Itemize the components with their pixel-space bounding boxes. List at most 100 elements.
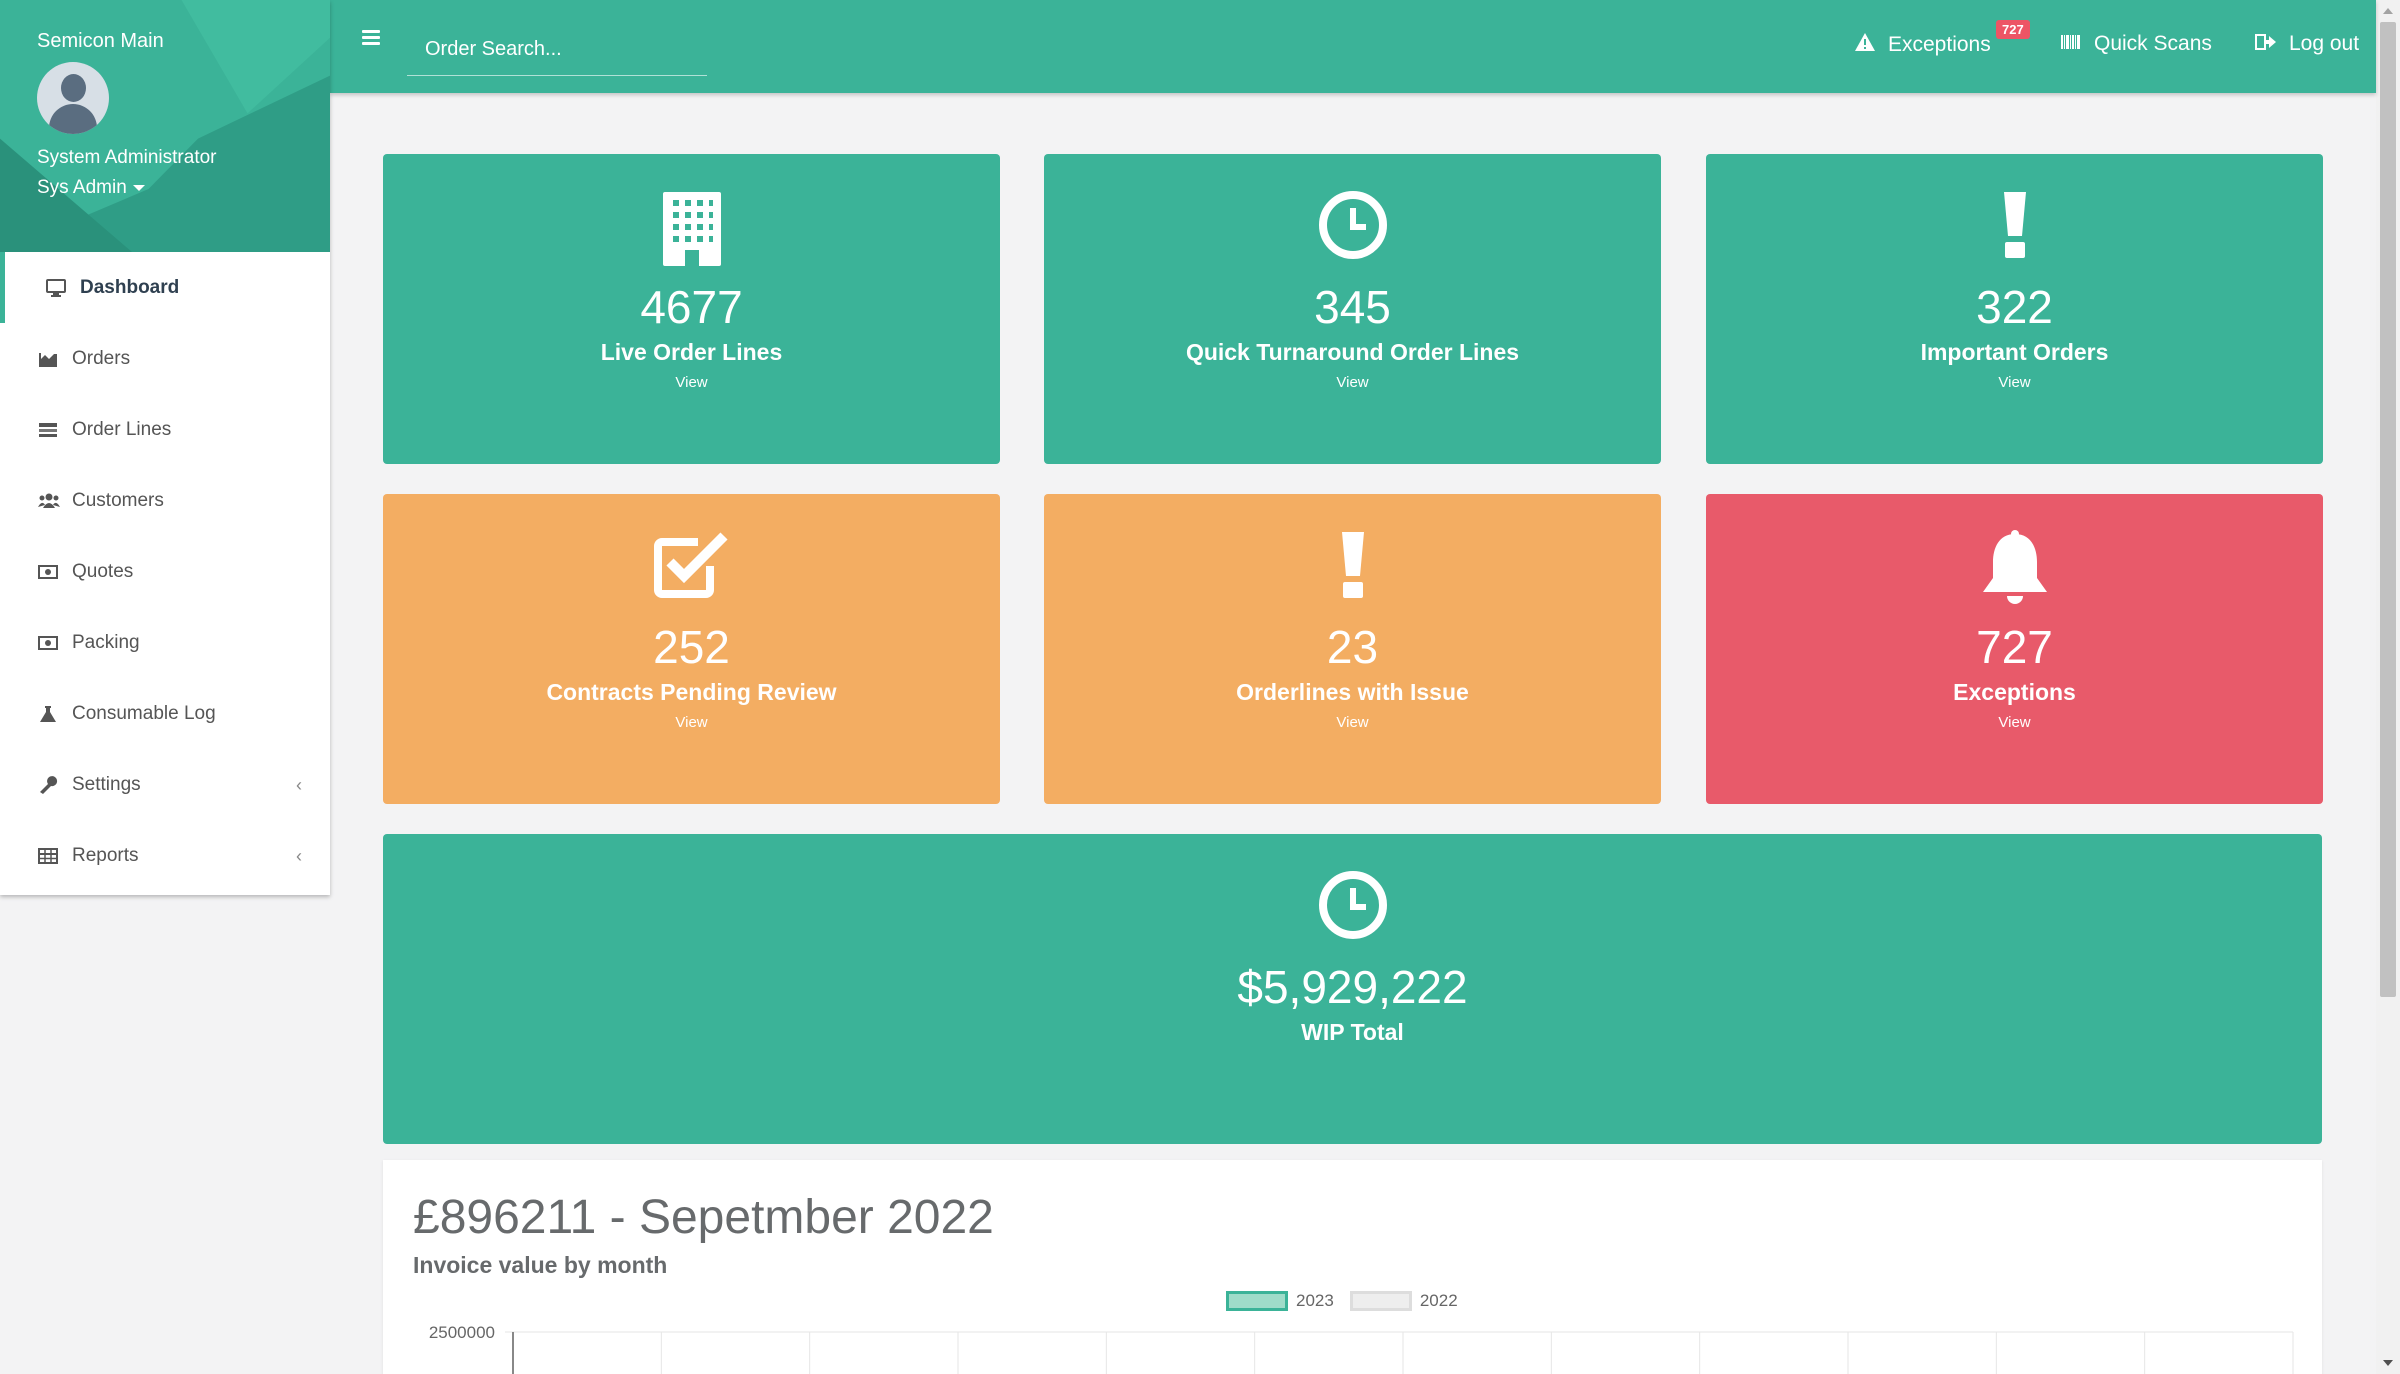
sidebar-item-consumable-log[interactable]: Consumable Log	[0, 678, 330, 749]
card-label: Exceptions	[1953, 679, 2076, 705]
card-label: Contracts Pending Review	[546, 679, 837, 705]
legend-swatch	[1349, 1291, 1412, 1311]
bell-icon	[1977, 530, 2053, 615]
money-icon	[38, 563, 58, 581]
sidebar-item-packing[interactable]: Packing	[0, 607, 330, 678]
sidebar-item-label: Order Lines	[72, 418, 172, 440]
card-view-link[interactable]: View	[1706, 714, 2323, 731]
sidebar-item-dashboard[interactable]: Dashboard	[0, 252, 330, 323]
sidebar-item-orders[interactable]: Orders	[0, 323, 330, 394]
card-number: 322	[1976, 281, 2053, 333]
avatar[interactable]	[37, 62, 109, 134]
sidebar-item-settings[interactable]: Settings ‹	[0, 749, 330, 820]
site-name: Semicon Main	[37, 30, 164, 52]
card-important-orders[interactable]: 322 Important Orders View	[1706, 154, 2323, 464]
card-label: Important Orders	[1920, 339, 2109, 365]
invoice-chart-panel: £896211 - Sepetmber 2022 Invoice value b…	[383, 1160, 2322, 1374]
quick-scans-link[interactable]: Quick Scans	[2060, 32, 2212, 56]
card-view-link[interactable]: View	[383, 374, 1000, 391]
legend-item-2022[interactable]: 2022	[1349, 1291, 1458, 1311]
list-icon	[38, 421, 58, 439]
sidebar-item-label: Orders	[72, 347, 131, 369]
sidebar-item-reports[interactable]: Reports ‹	[0, 820, 330, 891]
sidebar-item-label: Reports	[72, 844, 139, 866]
card-view-link[interactable]: View	[1706, 374, 2323, 391]
card-number: 4677	[640, 281, 743, 333]
monitor-icon	[46, 278, 66, 297]
user-name: System Administrator	[37, 147, 217, 168]
exclamation-icon	[1338, 530, 1368, 605]
hamburger-menu-icon[interactable]	[362, 30, 380, 48]
card-exceptions[interactable]: 727 Exceptions View	[1706, 494, 2323, 804]
sign-out-icon	[2255, 33, 2277, 56]
sidebar-item-label: Settings	[72, 773, 141, 795]
sidebar: Semicon Main System Administrator Sys Ad…	[0, 0, 330, 895]
logout-link[interactable]: Log out	[2255, 32, 2359, 56]
chart-legend: 2023 2022	[1226, 1291, 1474, 1311]
card-number: 345	[1314, 281, 1391, 333]
exceptions-link[interactable]: Exceptions	[1854, 32, 1991, 57]
exceptions-count-badge: 727	[1996, 20, 2030, 39]
checkbox-icon	[652, 530, 732, 605]
quick-scans-label: Quick Scans	[2094, 32, 2212, 55]
sidebar-item-label: Customers	[72, 489, 164, 511]
legend-item-2023[interactable]: 2023	[1226, 1291, 1334, 1311]
card-label: Orderlines with Issue	[1236, 679, 1469, 705]
sidebar-nav: Dashboard Orders Order Lines Customers Q…	[0, 252, 330, 891]
table-icon	[38, 847, 58, 865]
chevron-left-icon: ‹	[296, 775, 302, 795]
scroll-down-arrow-icon[interactable]	[2383, 1360, 2393, 1366]
warning-icon	[1854, 32, 1876, 57]
order-search-input[interactable]	[407, 24, 707, 76]
scroll-up-arrow-icon[interactable]	[2383, 8, 2393, 14]
barcode-icon	[2060, 33, 2082, 56]
wrench-icon	[38, 775, 58, 794]
exceptions-label: Exceptions	[1888, 32, 1991, 56]
sidebar-item-order-lines[interactable]: Order Lines	[0, 394, 330, 465]
logout-label: Log out	[2289, 32, 2360, 55]
card-view-link[interactable]: View	[1044, 374, 1661, 391]
invoice-chart: 2500000	[429, 1323, 2294, 1374]
scrollbar-thumb[interactable]	[2380, 22, 2396, 997]
legend-label: 2023	[1296, 1291, 1334, 1310]
sidebar-item-label: Consumable Log	[72, 702, 216, 724]
chart-panel-title: £896211 - Sepetmber 2022	[413, 1191, 994, 1244]
clock-icon	[1318, 190, 1388, 265]
legend-label: 2022	[1419, 1291, 1458, 1310]
card-wip-total: $5,929,222 WIP Total	[383, 834, 2322, 1144]
sidebar-item-label: Packing	[72, 631, 140, 653]
exclamation-icon	[2000, 190, 2030, 265]
user-role-dropdown[interactable]: Sys Admin	[37, 177, 145, 199]
card-label: Live Order Lines	[600, 339, 783, 365]
card-live-order-lines[interactable]: 4677 Live Order Lines View	[383, 154, 1000, 464]
legend-swatch	[1226, 1291, 1288, 1311]
user-role-label: Sys Admin	[37, 177, 127, 198]
top-navbar: Exceptions Quick Scans Log out	[330, 0, 2376, 93]
card-number: 23	[1326, 621, 1379, 673]
flask-icon	[38, 705, 58, 723]
bar-chart-icon	[38, 350, 58, 368]
sidebar-item-label: Quotes	[72, 560, 134, 582]
card-contracts-pending-review[interactable]: 252 Contracts Pending Review View	[383, 494, 1000, 804]
card-view-link[interactable]: View	[383, 714, 1000, 731]
card-view-link[interactable]: View	[1044, 714, 1661, 731]
wip-total-value: $5,929,222	[1237, 961, 1468, 1013]
building-icon	[661, 190, 723, 273]
chart-panel-subtitle: Invoice value by month	[413, 1252, 668, 1278]
card-number: 252	[653, 621, 730, 673]
y-tick-label: 2500000	[429, 1323, 495, 1342]
card-number: 727	[1976, 621, 2053, 673]
chevron-left-icon: ‹	[296, 846, 302, 866]
card-label: Quick Turnaround Order Lines	[1185, 339, 1520, 365]
card-quick-turnaround[interactable]: 345 Quick Turnaround Order Lines View	[1044, 154, 1661, 464]
wip-total-label: WIP Total	[1301, 1019, 1404, 1045]
page-scrollbar[interactable]	[2376, 0, 2400, 1374]
sidebar-item-customers[interactable]: Customers	[0, 465, 330, 536]
card-orderlines-with-issue[interactable]: 23 Orderlines with Issue View	[1044, 494, 1661, 804]
sidebar-item-label: Dashboard	[80, 276, 180, 298]
caret-down-icon	[132, 184, 145, 191]
money-icon	[38, 634, 58, 652]
sidebar-item-quotes[interactable]: Quotes	[0, 536, 330, 607]
users-icon	[38, 492, 60, 510]
profile-header: Semicon Main System Administrator Sys Ad…	[0, 0, 330, 252]
